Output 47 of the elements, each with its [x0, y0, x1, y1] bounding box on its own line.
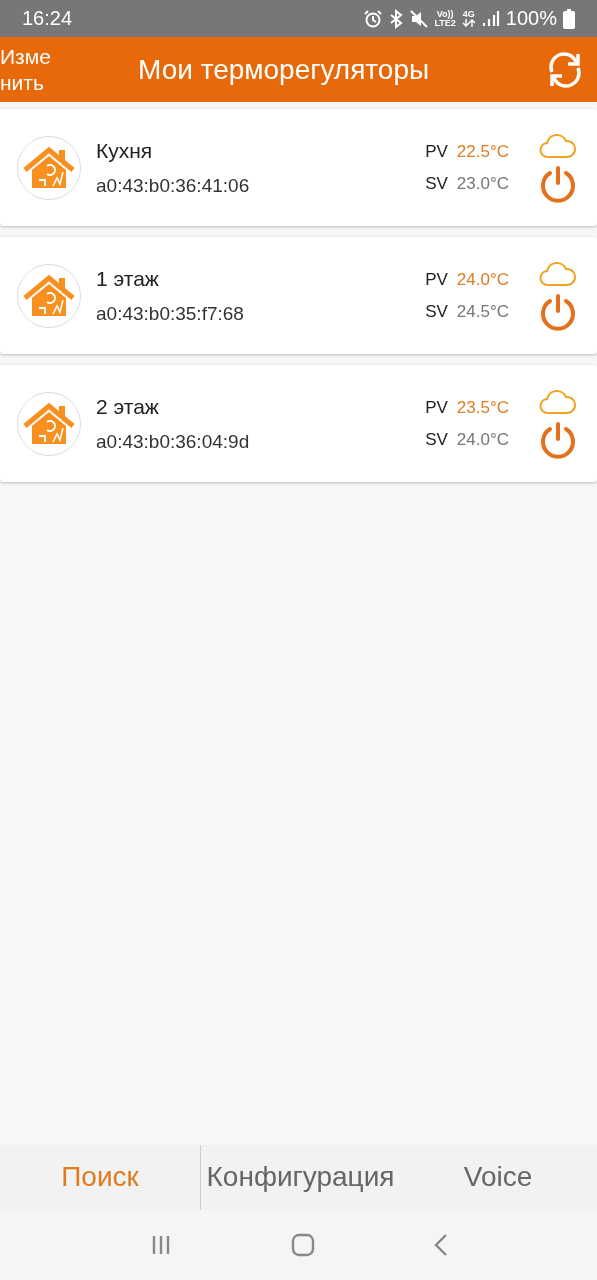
muted-speaker-icon: [408, 8, 429, 29]
device-card[interactable]: 2 этаж a0:43:b0:36:04:9d PV 23.5°C SV 24.0°C: [0, 365, 597, 482]
alarm-icon: [362, 8, 383, 29]
home-icon[interactable]: [290, 1233, 315, 1257]
set-temperature: 24.0°C: [456, 429, 509, 450]
current-temperature: 22.5°C: [456, 141, 509, 162]
device-card[interactable]: 1 этаж a0:43:b0:35:f7:68 PV 24.0°C SV 24.5°C: [0, 237, 597, 354]
mac-address: a0:43:b0:36:04:9d: [96, 430, 251, 453]
cloud-icon: [539, 260, 577, 287]
network-label: LTE2: [434, 18, 456, 28]
data-arrows-icon: [461, 19, 476, 27]
tab[interactable]: Поиск: [0, 1145, 200, 1210]
value-label: SV: [425, 173, 448, 194]
mac-address: a0:43:b0:36:41:06: [96, 174, 251, 197]
house-thermometer-icon: [17, 263, 81, 328]
house-thermometer-icon: [17, 391, 81, 456]
network-label: Vo)): [436, 9, 454, 19]
tab[interactable]: Voice: [400, 1145, 596, 1210]
edit-button[interactable]: Изменить: [0, 44, 60, 95]
cloud-icon: [539, 388, 577, 415]
device-name: 1 этаж: [96, 266, 160, 291]
device-card[interactable]: Кухня a0:43:b0:36:41:06 PV 22.5°C SV 23.0°C: [0, 109, 597, 226]
power-button-icon[interactable]: [539, 420, 577, 459]
bluetooth-icon: [388, 8, 403, 29]
value-label: PV: [425, 397, 448, 418]
set-temperature: 23.0°C: [456, 173, 509, 194]
current-temperature: 23.5°C: [456, 397, 509, 418]
signal-icon: [481, 9, 500, 28]
device-name: Кухня: [96, 138, 154, 163]
screen-title: Мои терморегуляторы: [137, 53, 431, 86]
battery-percent: 100%: [505, 7, 557, 30]
power-button-icon[interactable]: [539, 164, 577, 203]
house-thermometer-icon: [17, 135, 81, 200]
mac-address: a0:43:b0:35:f7:68: [96, 302, 245, 325]
current-temperature: 24.0°C: [456, 269, 509, 290]
value-label: SV: [425, 301, 448, 322]
value-label: SV: [425, 429, 448, 450]
cloud-icon: [539, 132, 577, 159]
battery-icon: [563, 8, 575, 29]
value-label: PV: [425, 141, 448, 162]
value-label: PV: [425, 269, 448, 290]
power-button-icon[interactable]: [539, 292, 577, 331]
set-temperature: 24.5°C: [456, 301, 509, 322]
clock-time: 16:24: [22, 7, 73, 30]
device-name: 2 этаж: [96, 394, 160, 419]
back-icon[interactable]: [433, 1233, 448, 1257]
network-label: 4G: [462, 10, 475, 19]
